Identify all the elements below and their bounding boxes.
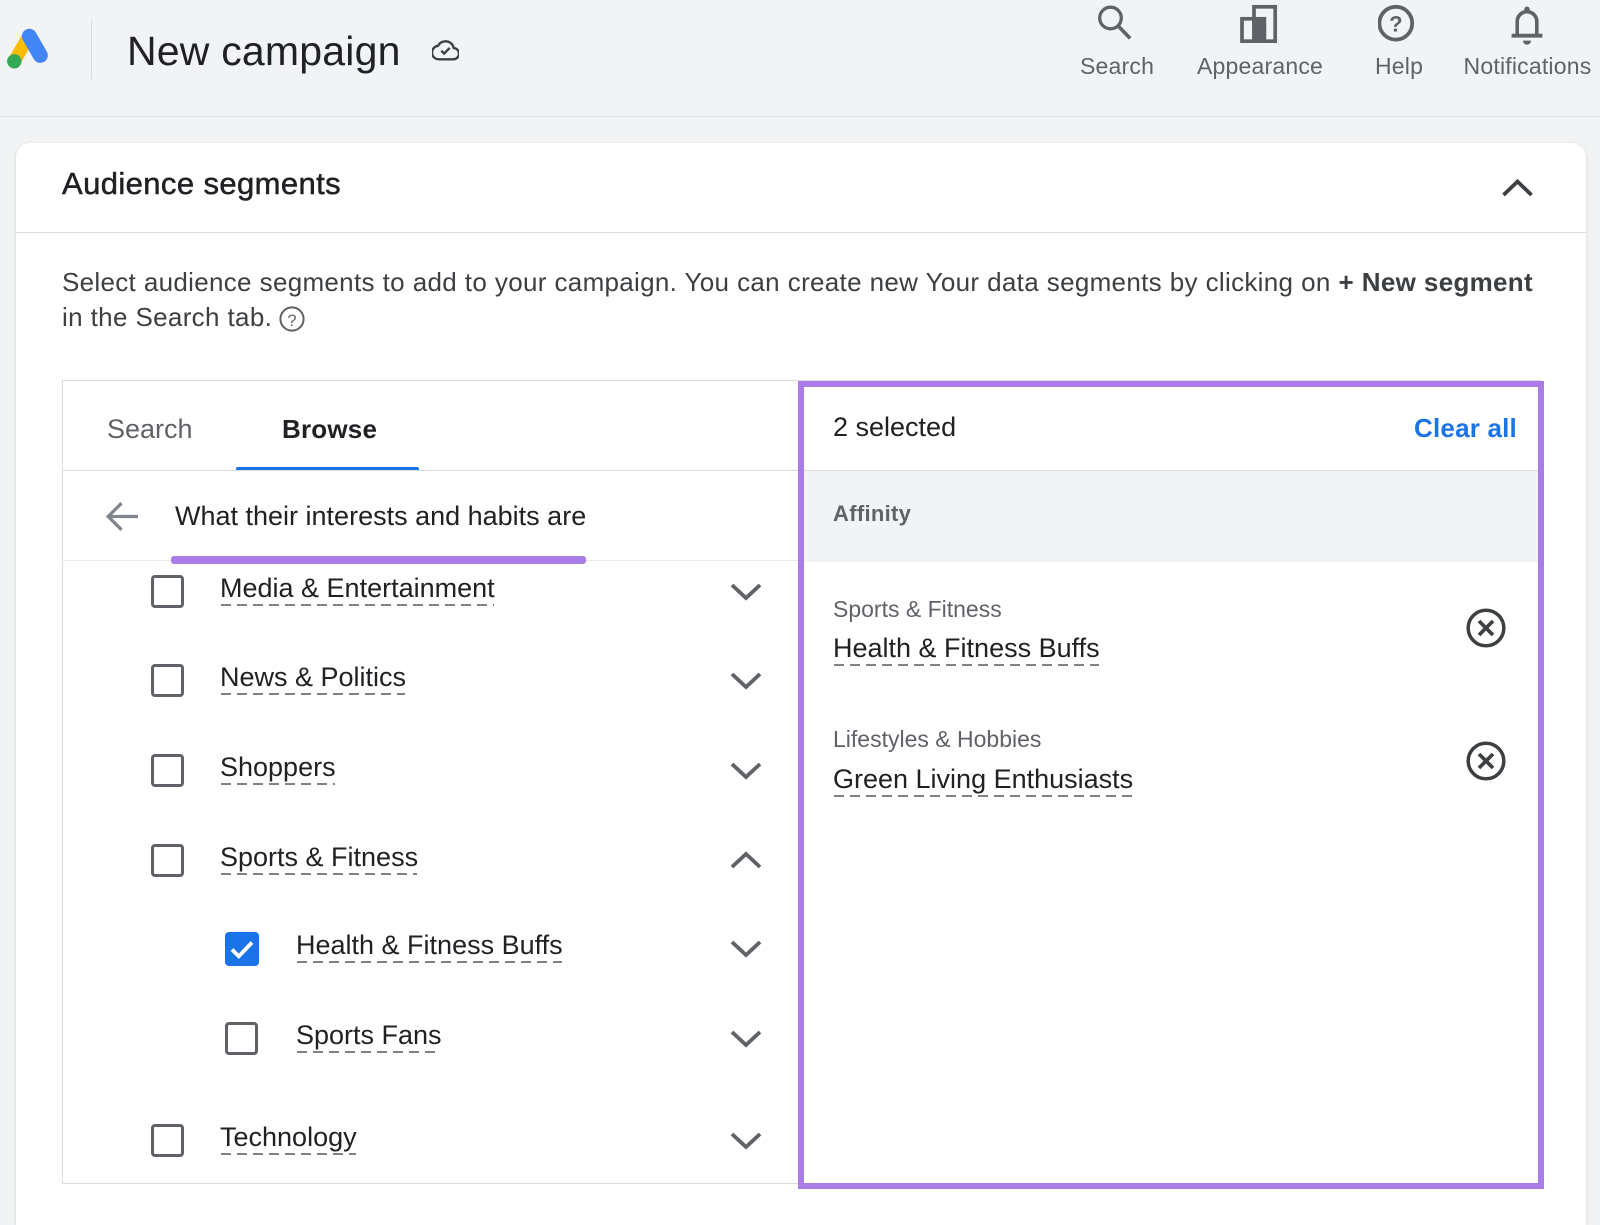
svg-text:?: ? [1389, 12, 1402, 37]
svg-text:?: ? [287, 312, 296, 330]
